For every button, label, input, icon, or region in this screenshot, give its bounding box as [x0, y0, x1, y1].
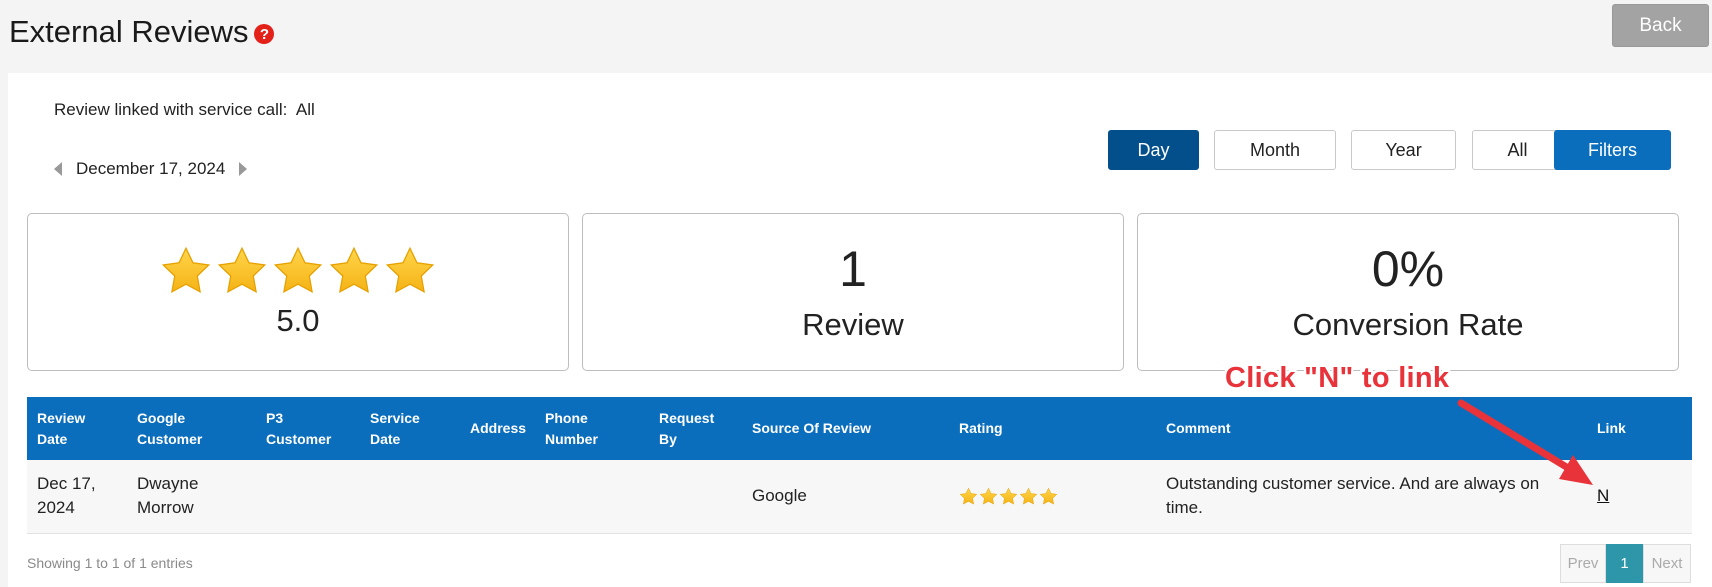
reviews-table-wrap: Review Date Google Customer P3 Customer Ser… — [27, 397, 1692, 534]
conversion-value: 0% — [1371, 240, 1445, 297]
arrow-icon — [1457, 399, 1593, 485]
star-icon — [161, 246, 211, 294]
star-icon — [329, 246, 379, 294]
cell-review-date: Dec 17, 2024 — [37, 473, 96, 518]
page-title-text: External Reviews — [9, 14, 249, 49]
cell-phone-number — [535, 460, 649, 533]
rating-card: 5.0 — [27, 213, 569, 371]
star-icon — [273, 246, 323, 294]
entries-info: Showing 1 to 1 of 1 entries — [27, 555, 193, 571]
page-title: External Reviews ? — [9, 14, 275, 50]
period-all-button[interactable]: All — [1472, 130, 1563, 170]
cell-google-customer: Dwayne Morrow — [137, 473, 199, 518]
prev-page-button[interactable]: Prev — [1560, 544, 1606, 583]
col-source[interactable]: Source Of Review — [742, 397, 949, 460]
cell-source: Google — [752, 485, 807, 505]
cell-address — [460, 460, 535, 533]
star-icon — [1039, 487, 1058, 505]
star-icon — [959, 487, 978, 505]
period-month-button[interactable]: Month — [1214, 130, 1336, 170]
review-count: 1 — [839, 240, 867, 297]
linked-filter-label: Review linked with service call: All — [54, 100, 315, 120]
col-address[interactable]: Address — [460, 397, 535, 460]
period-day-button[interactable]: Day — [1108, 130, 1199, 170]
col-service-date[interactable]: Service Date — [360, 397, 460, 460]
page-1-button[interactable]: 1 — [1606, 544, 1643, 583]
col-rating[interactable]: Rating — [949, 397, 1156, 460]
linked-filter-value[interactable]: All — [296, 100, 315, 119]
cell-p3-customer — [256, 460, 360, 533]
table-row: Dec 17, 2024 Dwayne Morrow Google Outsta… — [27, 460, 1692, 533]
review-count-card: 1 Review — [582, 213, 1124, 371]
period-selector: Day Month Year All — [8, 130, 1712, 170]
filters-button[interactable]: Filters — [1554, 130, 1671, 170]
rating-value: 5.0 — [276, 303, 320, 338]
col-review-date[interactable]: Review Date — [27, 397, 127, 460]
row-rating-stars — [959, 487, 1146, 506]
rating-stars — [160, 245, 436, 297]
table-header-row: Review Date Google Customer P3 Customer Ser… — [27, 397, 1692, 460]
back-button[interactable]: Back — [1612, 4, 1709, 47]
star-icon — [217, 246, 267, 294]
cell-rating — [949, 460, 1156, 533]
reviews-table: Review Date Google Customer P3 Customer Ser… — [27, 397, 1692, 534]
col-google-customer[interactable]: Google Customer — [127, 397, 256, 460]
question-circle-icon[interactable]: ? — [254, 24, 275, 44]
review-caption: Review — [802, 306, 904, 342]
cell-service-date — [360, 460, 460, 533]
col-request-by[interactable]: Request By — [649, 397, 742, 460]
period-year-button[interactable]: Year — [1351, 130, 1456, 170]
star-icon — [385, 246, 435, 294]
star-icon — [1019, 487, 1038, 505]
col-p3-customer[interactable]: P3 Customer — [256, 397, 360, 460]
star-icon — [999, 487, 1018, 505]
linked-filter-text: Review linked with service call: — [54, 100, 288, 119]
conversion-caption: Conversion Rate — [1292, 306, 1524, 342]
cell-request-by — [649, 460, 742, 533]
star-icon — [979, 487, 998, 505]
next-page-button[interactable]: Next — [1643, 544, 1691, 583]
col-phone-number[interactable]: Phone Number — [535, 397, 649, 460]
conversion-card: 0% Conversion Rate — [1137, 213, 1679, 371]
pagination: Prev 1 Next — [1560, 544, 1691, 583]
annotation-text: Click "N" to link — [1225, 362, 1450, 394]
